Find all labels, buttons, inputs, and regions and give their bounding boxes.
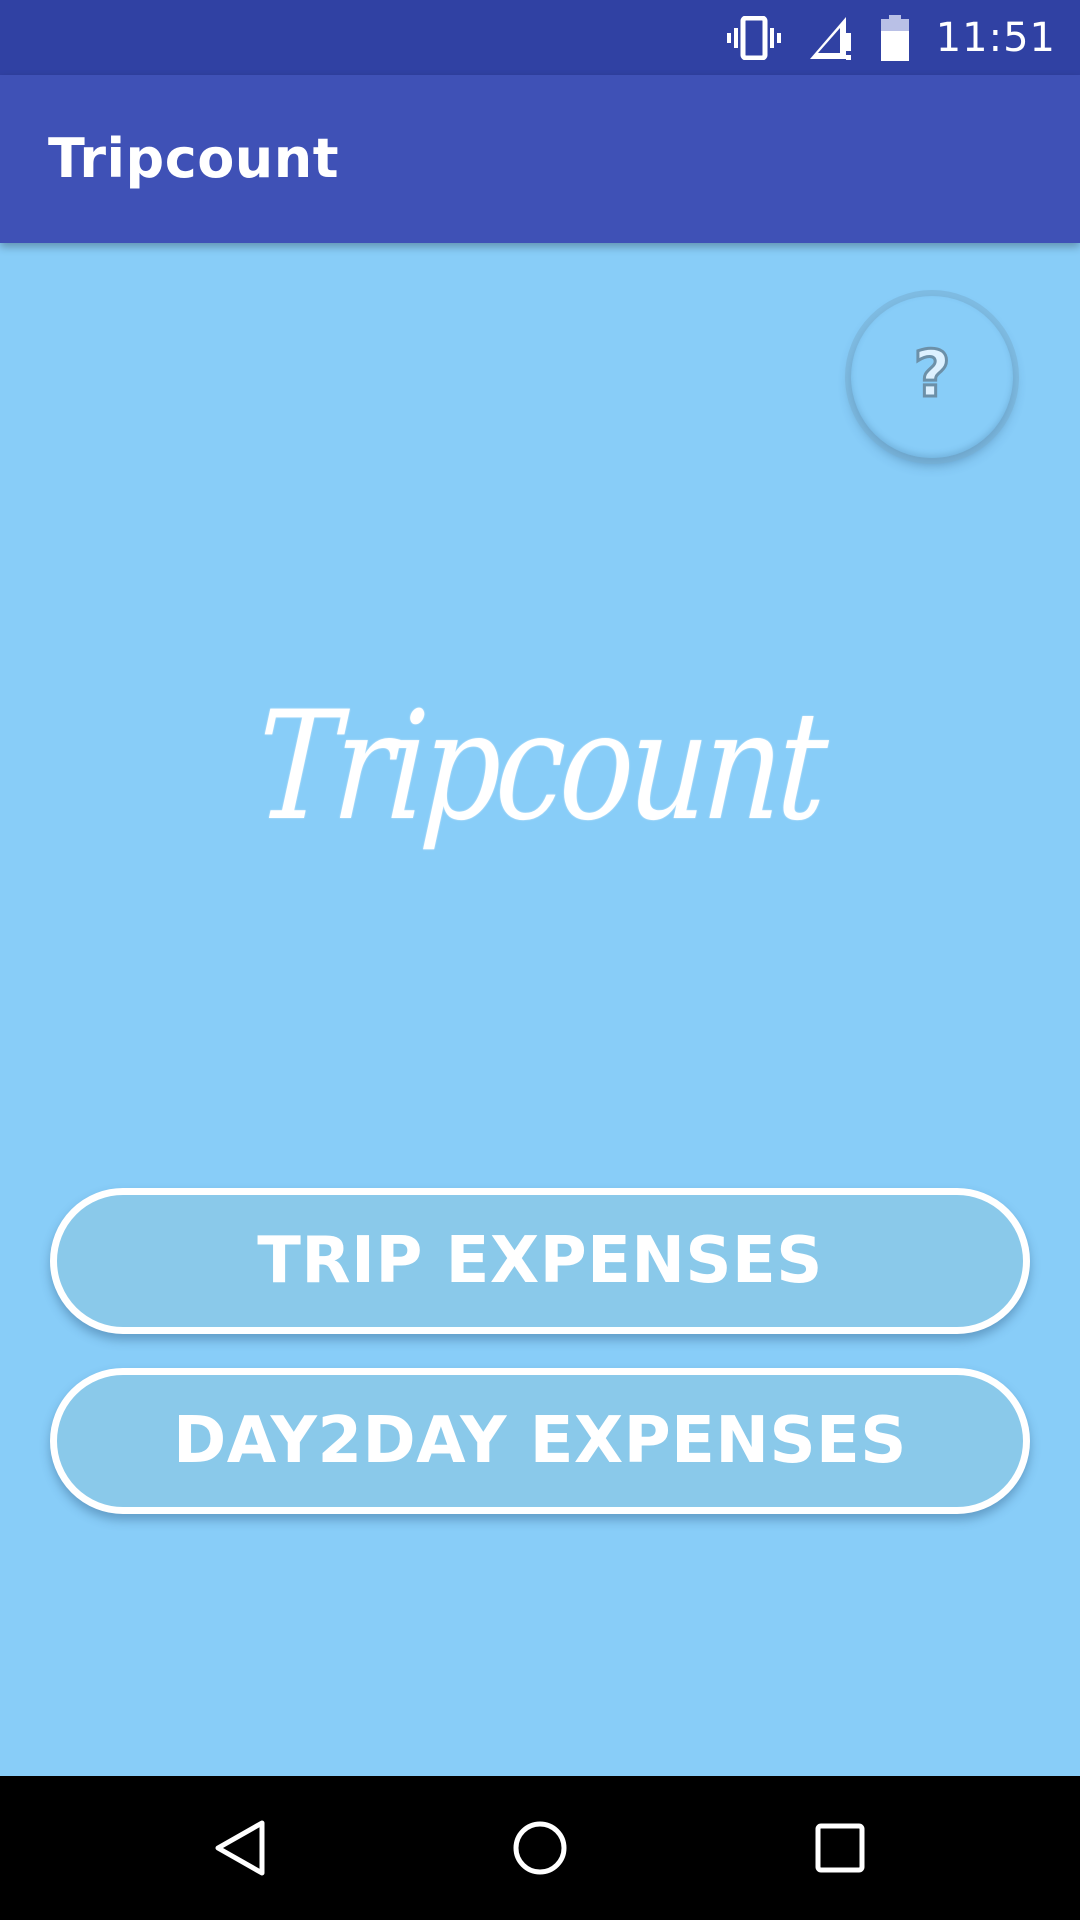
navigation-bar (0, 1776, 1080, 1920)
status-bar: 11:51 (0, 0, 1080, 75)
status-time: 11:51 (935, 14, 1056, 61)
home-icon (513, 1821, 567, 1875)
tripcount-home-screen: 11:51 Tripcount ? Tripcount TRIP EXPENSE… (0, 0, 1080, 1920)
vibrate-icon (726, 15, 782, 60)
day2day-expenses-button[interactable]: DAY2DAY EXPENSES (50, 1368, 1030, 1514)
help-icon: ? (912, 338, 952, 412)
home-button[interactable] (460, 1776, 620, 1920)
trip-expenses-label: TRIP EXPENSES (257, 1224, 823, 1298)
back-button[interactable] (160, 1776, 320, 1920)
recent-apps-icon (815, 1823, 865, 1873)
app-title: Tripcount (48, 127, 340, 190)
logo-text: Tripcount (252, 680, 828, 854)
day2day-expenses-label: DAY2DAY EXPENSES (173, 1404, 907, 1478)
recent-apps-button[interactable] (760, 1776, 920, 1920)
signal-icon (808, 15, 854, 61)
status-icons: 11:51 (726, 0, 1056, 75)
back-icon (215, 1820, 265, 1876)
app-bar: Tripcount (0, 75, 1080, 243)
trip-expenses-button[interactable]: TRIP EXPENSES (50, 1188, 1030, 1334)
help-button[interactable]: ? (851, 296, 1013, 458)
battery-icon (880, 14, 910, 61)
app-logo: Tripcount (0, 680, 1080, 854)
